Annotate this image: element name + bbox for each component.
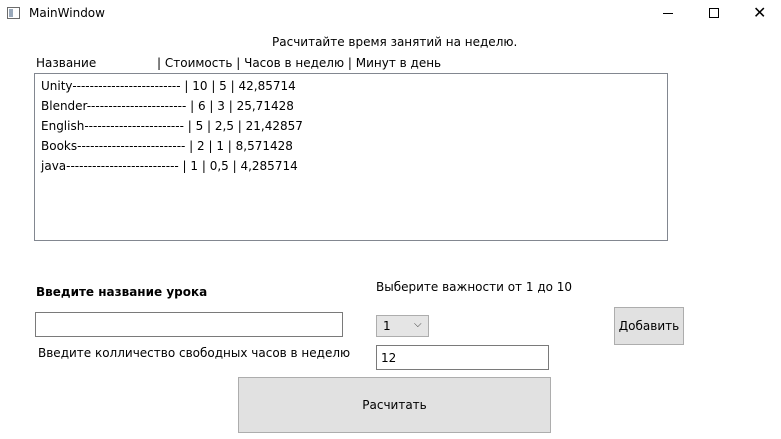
lessons-listbox[interactable]: Unity------------------------- | 10 | 5 … — [34, 73, 668, 241]
chevron-down-icon: ⌵ — [414, 319, 422, 330]
title-bar: MainWindow ✕ — [0, 0, 781, 28]
lesson-name-input[interactable] — [35, 312, 343, 337]
close-icon: ✕ — [753, 3, 767, 22]
priority-selected-value: 1 — [383, 319, 391, 333]
list-header: Название | Стоимость | Часов в неделю | … — [35, 56, 455, 70]
header-name: Название — [36, 56, 97, 70]
maximize-icon — [709, 8, 719, 18]
minimize-icon — [663, 13, 673, 14]
list-item[interactable]: java-------------------------- | 1 | 0,5… — [41, 159, 298, 173]
header-columns: | Стоимость | Часов в неделю | Минут в д… — [157, 56, 442, 70]
list-item[interactable]: Unity------------------------- | 10 | 5 … — [41, 79, 296, 93]
add-button[interactable]: Добавить — [614, 307, 684, 345]
priority-select[interactable]: 1 ⌵ — [376, 315, 429, 337]
list-item[interactable]: English----------------------- | 5 | 2,5… — [41, 119, 303, 133]
window-title: MainWindow — [29, 6, 105, 20]
maximize-button[interactable] — [691, 0, 737, 28]
lesson-name-label: Введите название урока — [36, 285, 208, 299]
hours-input[interactable] — [376, 345, 549, 370]
calculate-button[interactable]: Расчитать — [238, 377, 551, 433]
priority-label: Выберите важности от 1 до 10 — [376, 280, 573, 294]
hours-label: Введите колличество свободных часов в не… — [38, 346, 351, 360]
close-button[interactable]: ✕ — [737, 0, 781, 28]
list-item[interactable]: Blender----------------------- | 6 | 3 |… — [41, 99, 294, 113]
minimize-button[interactable] — [645, 0, 691, 28]
app-window-icon — [7, 7, 20, 19]
instruction-text: Расчитайте время занятий на неделю. — [272, 35, 518, 49]
list-item[interactable]: Books------------------------- | 2 | 1 |… — [41, 139, 293, 153]
